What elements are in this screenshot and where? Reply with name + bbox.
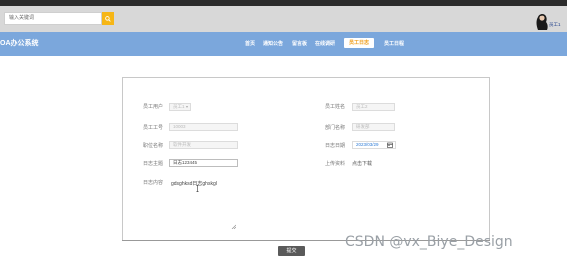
top-bar: 输入关键词 员工1 (0, 6, 567, 32)
department-field: 研发部 (352, 123, 395, 131)
search-icon (105, 15, 111, 22)
employee-name-field: 员工2 (352, 103, 395, 111)
employee-no-field: 10003 (169, 123, 238, 131)
search-input[interactable]: 输入关键词 (4, 12, 102, 25)
text-cursor-icon (196, 185, 199, 192)
employee-account-label: 员工用户 (143, 104, 164, 110)
log-content-textarea[interactable]: gdsghksd日志ghskgl (167, 177, 237, 229)
chevron-down-icon: ▾ (185, 104, 188, 109)
employee-no-label: 员工工号 (143, 125, 164, 131)
nav-item-notices[interactable]: 通知公告 (263, 40, 283, 47)
nav-item-employee-schedule[interactable]: 员工日程 (384, 40, 404, 47)
department-label: 部门名称 (325, 125, 346, 131)
nav-item-survey[interactable]: 在线调研 (315, 40, 335, 47)
brand-title: OA办公系统 (0, 40, 39, 47)
download-link[interactable]: 点击下载 (352, 160, 372, 167)
upload-label: 上传资料 (325, 161, 346, 167)
user-name[interactable]: 员工1 (549, 22, 561, 28)
log-subject-label: 日志主题 (143, 161, 164, 167)
watermark: CSDN @vx_Biye_Design (345, 234, 513, 250)
submit-button[interactable]: 提交 (278, 246, 305, 256)
log-subject-input[interactable]: 日志123445 (169, 159, 238, 167)
nav-item-employee-log[interactable]: 员工日志 (344, 38, 375, 48)
log-content-label: 日志内容 (143, 180, 164, 186)
resize-handle-icon[interactable] (231, 224, 236, 229)
position-field: 软件开发 (169, 141, 238, 149)
search-button[interactable] (102, 12, 114, 25)
nav-item-home[interactable]: 首页 (245, 40, 255, 47)
user-avatar[interactable] (534, 12, 548, 31)
position-label: 职位名称 (143, 143, 164, 149)
main-nav: OA办公系统 首页 通知公告 留言板 在线调研 员工日志 员工日程 (0, 32, 567, 56)
employee-account-select: 员工1 ▾ (169, 103, 191, 111)
log-date-label: 日志日期 (325, 143, 346, 149)
employee-name-label: 员工姓名 (325, 104, 346, 110)
calendar-icon[interactable] (387, 142, 393, 148)
nav-item-message-board[interactable]: 留言板 (292, 40, 307, 47)
employee-account-value: 员工1 (173, 104, 185, 109)
